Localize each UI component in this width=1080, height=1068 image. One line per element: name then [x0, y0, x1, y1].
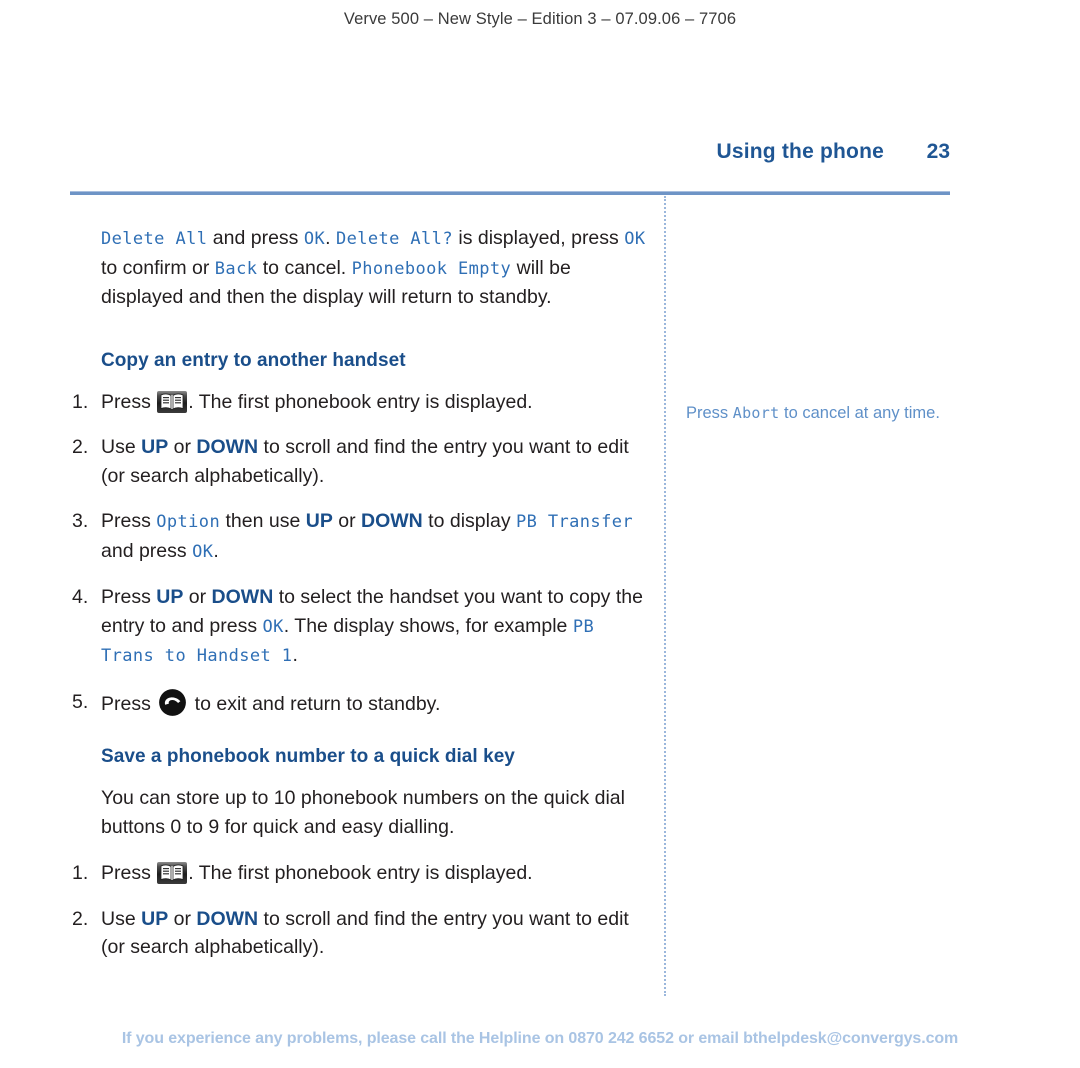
- lcd-ok-1: OK: [303, 229, 326, 249]
- text-period-1: .: [325, 227, 336, 249]
- step-text-e: and press: [101, 539, 193, 562]
- quick-dial-intro-paragraph: You can store up to 10 phonebook numbers…: [101, 787, 625, 838]
- lcd-ok-2: OK: [624, 229, 646, 249]
- key-down: DOWN: [196, 436, 259, 458]
- key-up: UP: [156, 586, 184, 608]
- step-item: 1. Press . The first phonebook entry is d…: [70, 388, 650, 417]
- text-is-displayed: is displayed, press: [452, 227, 625, 249]
- continued-paragraph: Delete All and press OK. Delete All? is …: [101, 224, 650, 312]
- lcd-phonebook-empty: Phonebook Empty: [351, 258, 512, 279]
- lcd-ok: OK: [262, 616, 284, 637]
- step-number: 2.: [72, 436, 89, 458]
- step-text-c: or: [332, 510, 362, 532]
- heading-copy-an-entry: Copy an entry to another handset: [101, 349, 406, 371]
- step-item: 1. Press . The first phonebook entry is d…: [70, 859, 650, 888]
- step-text-d: . The display shows, for example: [283, 614, 573, 637]
- page-footer-helpline: If you experience any problems, please c…: [121, 1030, 959, 1047]
- lcd-ok: OK: [192, 541, 214, 562]
- running-header: Verve 500 – New Style – Edition 3 – 07.0…: [343, 10, 737, 28]
- step-text-a: Use: [101, 907, 142, 930]
- step-text-a: Press: [101, 586, 157, 608]
- lcd-option: Option: [156, 512, 221, 532]
- key-down: DOWN: [211, 586, 274, 608]
- step-text-a: Use: [101, 436, 142, 458]
- step-item: 4. Press UP or DOWN to select the handset…: [70, 583, 650, 671]
- steps-copy-an-entry: 1. Press . The first phonebook entry is d…: [70, 388, 650, 719]
- key-down: DOWN: [196, 907, 259, 930]
- lcd-delete-all-confirm: Delete All?: [335, 229, 453, 249]
- margin-note-pre: Press: [686, 404, 733, 422]
- step-item: 5. Press to exit and return to standby.: [70, 688, 650, 719]
- end-call-icon: [158, 688, 187, 717]
- column-divider: [664, 196, 666, 996]
- step-text-pre: Press: [101, 692, 157, 715]
- step-text-b: or: [183, 586, 212, 608]
- key-down: DOWN: [361, 510, 423, 532]
- step-number: 1.: [72, 862, 89, 884]
- lcd-pb-transfer: PB Transfer: [515, 512, 633, 532]
- step-number: 2.: [72, 907, 89, 930]
- step-text-post: . The first phonebook entry is displayed…: [188, 390, 533, 413]
- step-text-f: .: [213, 539, 219, 562]
- key-up: UP: [141, 436, 169, 458]
- step-number: 5.: [72, 690, 89, 713]
- page-number: 23: [926, 140, 950, 163]
- step-number: 3.: [72, 510, 89, 532]
- phonebook-icon: [157, 862, 188, 884]
- step-item: 2. Use UP or DOWN to scroll and find the …: [70, 905, 650, 962]
- step-text-b: then use: [220, 510, 306, 532]
- step-text-d: to display: [422, 510, 516, 532]
- step-text-post: to exit and return to standby.: [189, 692, 441, 715]
- heading-save-quick-dial: Save a phonebook number to a quick dial …: [101, 746, 515, 767]
- steps-quick-dial: 1. Press . The first phonebook entry is d…: [70, 859, 650, 962]
- title-rule-divider: [70, 191, 950, 195]
- step-text-a: Press: [101, 510, 157, 532]
- step-text-b: or: [168, 907, 197, 930]
- page-title-row: Using the phone 23: [70, 140, 951, 164]
- text-to-confirm-or: to confirm or: [101, 256, 215, 279]
- key-up: UP: [141, 907, 169, 930]
- step-text-b: or: [168, 436, 197, 458]
- text-and-press: and press: [207, 227, 304, 249]
- lcd-back: Back: [214, 258, 258, 279]
- step-text-pre: Press: [101, 862, 157, 884]
- step-text-e: .: [292, 644, 298, 666]
- step-number: 1.: [72, 390, 89, 413]
- step-item: 3. Press Option then use UP or DOWN to di…: [70, 507, 650, 566]
- key-up: UP: [305, 510, 333, 532]
- text-to-cancel: to cancel.: [257, 256, 352, 279]
- main-content-column: Delete All and press OK. Delete All? is …: [70, 224, 650, 979]
- margin-note-post: to cancel at any time.: [779, 404, 940, 422]
- lcd-abort: Abort: [732, 404, 780, 422]
- page-title: Using the phone: [716, 140, 884, 163]
- step-number: 4.: [72, 586, 89, 608]
- margin-note: Press Abort to cancel at any time.: [686, 402, 956, 425]
- step-item: 2. Use UP or DOWN to scroll and find the …: [70, 433, 650, 490]
- phonebook-icon: [157, 390, 188, 413]
- step-text-post: . The first phonebook entry is displayed…: [188, 862, 533, 884]
- step-text-pre: Press: [101, 390, 157, 413]
- lcd-delete-all: Delete All: [101, 229, 208, 249]
